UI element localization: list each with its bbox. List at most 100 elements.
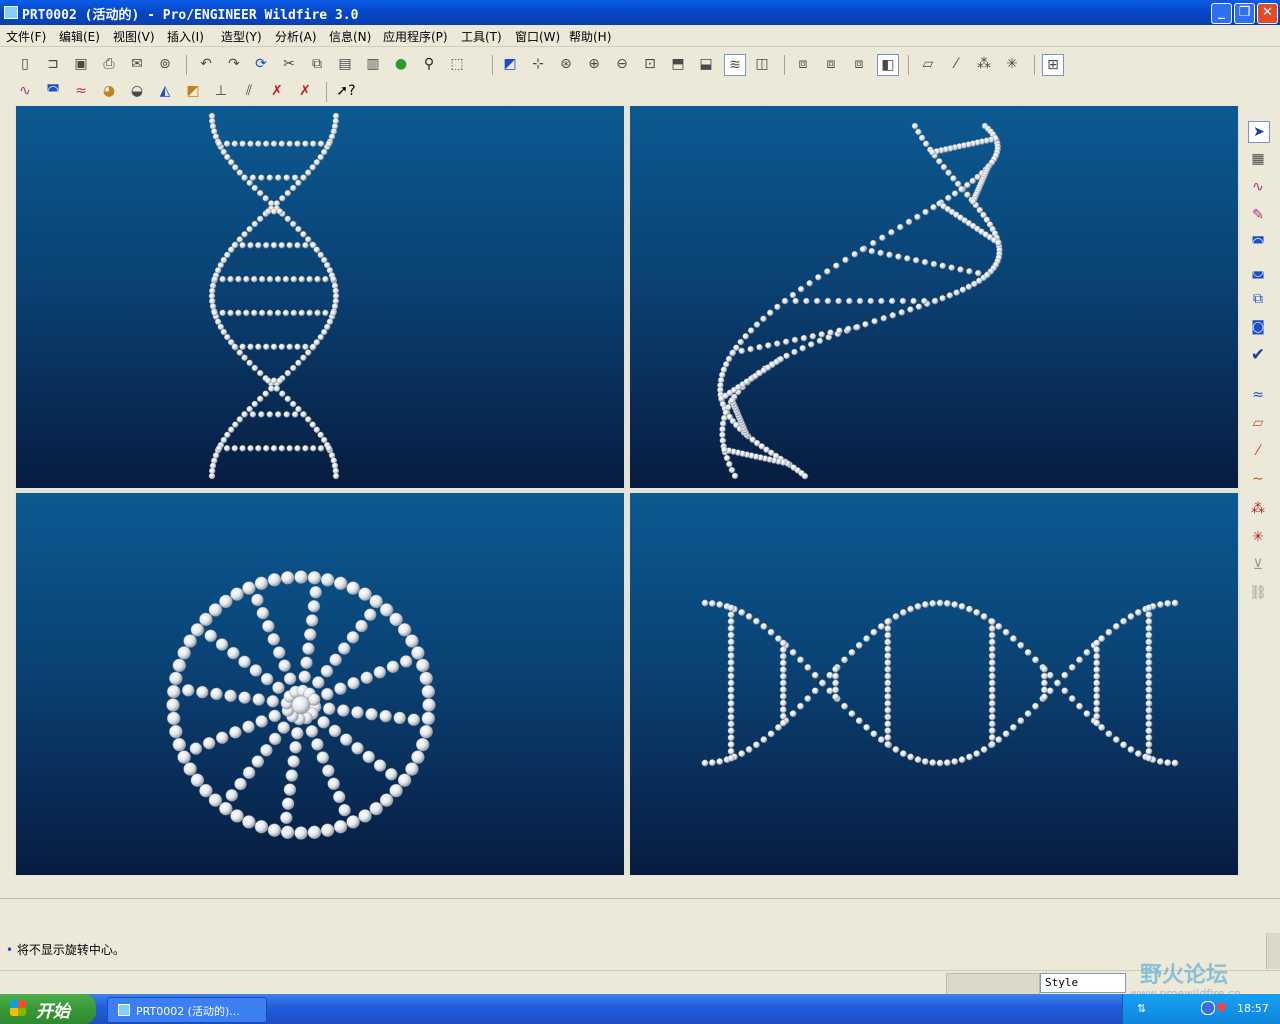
sketch-curve-icon[interactable]: ✎ xyxy=(1248,205,1268,225)
cos-icon[interactable]: ≈ xyxy=(1248,385,1268,405)
select-box-icon[interactable]: ⬚ xyxy=(447,54,467,74)
sphere xyxy=(727,638,735,646)
wireframe-icon[interactable]: ⧈ xyxy=(793,54,813,74)
datum-plane-icon[interactable]: ▱ xyxy=(1248,413,1268,433)
menu-applications[interactable]: 应用程序(P) xyxy=(383,28,448,45)
measure-icon[interactable]: ⊻ xyxy=(1248,555,1268,575)
draft-analysis-icon[interactable]: ◕ xyxy=(99,81,119,101)
zoom-in-icon[interactable]: ⊕ xyxy=(584,54,604,74)
shading-icon[interactable]: ◧ xyxy=(877,54,899,76)
datum-axis-icon[interactable]: ⁄ xyxy=(1248,441,1268,461)
sphere xyxy=(727,618,735,625)
send-link-icon[interactable]: ⊚ xyxy=(155,54,175,74)
datum-axes-icon[interactable]: ⁄ xyxy=(946,54,966,74)
section-icon[interactable]: ◚ xyxy=(43,81,63,101)
plane-icon[interactable]: ▦ xyxy=(1248,149,1268,169)
menu-file[interactable]: 文件(F) xyxy=(6,28,46,45)
layers-icon[interactable]: ≋ xyxy=(724,54,746,76)
regenerate-icon[interactable]: ⟳ xyxy=(251,54,271,74)
restore-button[interactable]: ❐ xyxy=(1234,3,1255,24)
find-icon[interactable]: ⚲ xyxy=(419,54,439,74)
slope-icon[interactable]: ◭ xyxy=(155,81,175,101)
viewport-bottom-left[interactable] xyxy=(16,493,624,875)
sphere xyxy=(1040,679,1048,687)
shaded-curvature-icon[interactable]: ◒ xyxy=(127,81,147,101)
whats-this-icon[interactable]: ➚? xyxy=(336,81,356,101)
reflection-icon[interactable]: ≈ xyxy=(71,81,91,101)
refit-icon[interactable]: ⊡ xyxy=(640,54,660,74)
menu-tools[interactable]: 工具(T) xyxy=(461,28,502,45)
csys-point-icon[interactable]: ✳ xyxy=(1248,527,1268,547)
save-icon[interactable]: ▣ xyxy=(71,54,91,74)
viewport-top-left[interactable] xyxy=(16,106,624,488)
deviation-icon[interactable]: ⊥ xyxy=(211,81,231,101)
network-icon[interactable]: ⇅ xyxy=(1137,1002,1146,1015)
security-shield-icon[interactable]: ⛊ xyxy=(1217,1001,1226,1016)
curvature-icon[interactable]: ∿ xyxy=(15,81,35,101)
model-player-icon[interactable]: ● xyxy=(391,54,411,74)
sphere xyxy=(804,695,812,703)
start-button[interactable]: 开始 xyxy=(0,994,96,1024)
datum-point-icon[interactable]: ⁂ xyxy=(1248,499,1268,519)
open-file-icon[interactable]: ⊐ xyxy=(43,54,63,74)
model-tree-icon[interactable]: ⊞ xyxy=(1042,54,1064,76)
datum-points-icon[interactable]: ⁂ xyxy=(974,54,994,74)
chain-icon[interactable]: ⛓ xyxy=(1248,583,1268,603)
sphere xyxy=(258,275,266,283)
tray-app-icon[interactable] xyxy=(1201,1001,1215,1015)
dihedral-icon[interactable]: ◩ xyxy=(183,81,203,101)
close-button[interactable]: ✕ xyxy=(1257,3,1278,24)
paste-icon[interactable]: ▤ xyxy=(335,54,355,74)
sphere xyxy=(266,695,279,708)
minimize-button[interactable]: _ xyxy=(1211,3,1232,24)
menu-style[interactable]: 造型(Y) xyxy=(221,28,262,45)
copy-icon[interactable]: ⧉ xyxy=(307,54,327,74)
csys-icon[interactable]: ✳ xyxy=(1002,54,1022,74)
paste-special-icon[interactable]: ▥ xyxy=(363,54,383,74)
menu-window[interactable]: 窗口(W) xyxy=(515,28,560,45)
select-arrow-icon[interactable]: ➤ xyxy=(1248,121,1270,143)
menu-edit[interactable]: 编辑(E) xyxy=(59,28,100,45)
menu-view[interactable]: 视图(V) xyxy=(113,28,155,45)
sphere xyxy=(270,208,278,215)
new-file-icon[interactable]: ▯ xyxy=(15,54,35,74)
print-icon[interactable]: ⎙ xyxy=(99,54,119,74)
zoom-out-icon[interactable]: ⊖ xyxy=(612,54,632,74)
viewport-top-right[interactable] xyxy=(630,106,1238,488)
menu-help[interactable]: 帮助(H) xyxy=(569,28,611,45)
redo-icon[interactable]: ↷ xyxy=(224,54,244,74)
taskbar-item-prt0002[interactable]: PRT0002 (活动的)... xyxy=(107,997,267,1023)
sphere xyxy=(1093,659,1101,667)
trim-icon[interactable]: ⧉ xyxy=(1248,289,1268,309)
viewport-bottom-right[interactable] xyxy=(630,493,1238,875)
orient-mode-icon[interactable]: ⊛ xyxy=(556,54,576,74)
hidden-line-icon[interactable]: ⧈ xyxy=(821,54,841,74)
no-hidden-icon[interactable]: ⧈ xyxy=(849,54,869,74)
boundary-surface-icon[interactable]: ◛ xyxy=(1248,261,1268,281)
datum-curve-icon[interactable]: ∼ xyxy=(1248,469,1268,489)
sphere xyxy=(260,744,273,757)
offset-surface-icon[interactable]: ◙ xyxy=(1248,317,1268,337)
reorient-icon[interactable]: ⬒ xyxy=(668,54,688,74)
message-scrollbar[interactable] xyxy=(1266,933,1280,969)
delete-all-icon[interactable]: ✗ xyxy=(295,81,315,101)
message-log[interactable] xyxy=(0,929,1266,969)
menu-info[interactable]: 信息(N) xyxy=(329,28,371,45)
offset-icon[interactable]: ⫽ xyxy=(239,81,259,101)
menu-analysis[interactable]: 分析(A) xyxy=(275,28,317,45)
curve-icon[interactable]: ∿ xyxy=(1248,177,1268,197)
repaint-icon[interactable]: ◩ xyxy=(500,54,520,74)
spin-center-icon[interactable]: ⊹ xyxy=(528,54,548,74)
sphere xyxy=(305,169,312,176)
cut-icon[interactable]: ✂ xyxy=(279,54,299,74)
view-manager-icon[interactable]: ◫ xyxy=(752,54,772,74)
menu-insert[interactable]: 插入(I) xyxy=(167,28,204,45)
undo-icon[interactable]: ↶ xyxy=(196,54,216,74)
saved-views-icon[interactable]: ⬓ xyxy=(696,54,716,74)
surface-icon[interactable]: ◚ xyxy=(1248,233,1268,253)
graphics-window[interactable] xyxy=(14,105,1240,876)
datum-planes-icon[interactable]: ▱ xyxy=(918,54,938,74)
send-mail-icon[interactable]: ✉ xyxy=(127,54,147,74)
delete-analysis-icon[interactable]: ✗ xyxy=(267,81,287,101)
done-check-icon[interactable]: ✔ xyxy=(1248,345,1268,365)
